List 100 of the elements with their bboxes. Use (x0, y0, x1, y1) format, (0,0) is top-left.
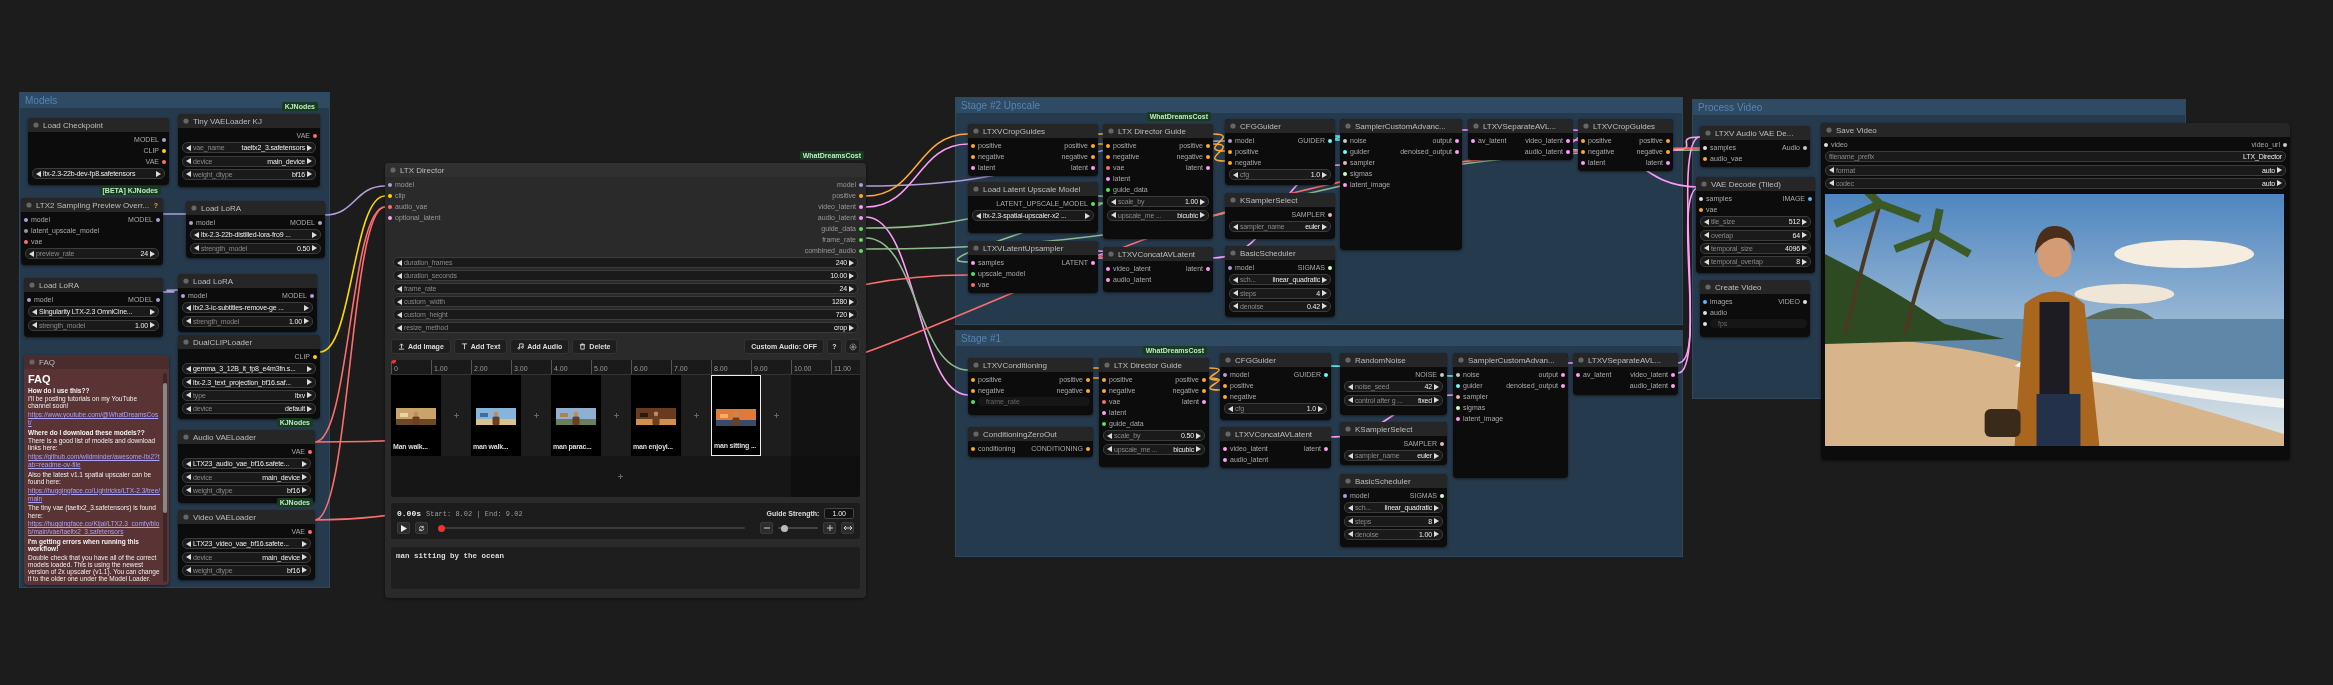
socket-dot[interactable] (1671, 383, 1675, 388)
socket-dot[interactable] (1228, 160, 1232, 165)
socket-dot[interactable] (859, 215, 863, 220)
collapse-dot-icon[interactable] (1108, 251, 1114, 257)
loop-button[interactable] (415, 522, 428, 534)
socket-dot[interactable] (971, 282, 975, 287)
collapse-dot-icon[interactable] (183, 278, 189, 284)
collapse-dot-icon[interactable] (973, 362, 979, 368)
socket-dot[interactable] (1566, 138, 1570, 143)
socket-dot[interactable] (310, 293, 314, 298)
node-header[interactable]: KSamplerSelect (1225, 193, 1335, 207)
socket-dot[interactable] (1091, 143, 1095, 148)
socket-dot[interactable] (1471, 138, 1475, 143)
zoom-thumb[interactable] (781, 524, 788, 532)
socket-dot[interactable] (1106, 154, 1110, 159)
socket-dot[interactable] (1343, 493, 1347, 498)
collapse-dot-icon[interactable] (390, 167, 396, 173)
collapse-dot-icon[interactable] (973, 245, 979, 251)
socket-dot[interactable] (1576, 372, 1580, 377)
collapse-dot-icon[interactable] (973, 128, 979, 134)
socket-dot[interactable] (971, 154, 975, 159)
socket-dot[interactable] (1440, 372, 1444, 377)
socket-dot[interactable] (971, 165, 975, 170)
socket-dot[interactable] (1343, 182, 1347, 187)
socket-dot[interactable] (1456, 372, 1460, 377)
socket-dot[interactable] (1703, 310, 1707, 315)
socket-dot[interactable] (1106, 187, 1110, 192)
socket-dot[interactable] (1091, 201, 1095, 206)
zoom-in-button[interactable] (823, 522, 836, 534)
add-clip-icon[interactable] (613, 413, 619, 418)
socket-dot[interactable] (24, 239, 28, 244)
collapse-dot-icon[interactable] (183, 514, 189, 520)
socket-dot[interactable] (859, 248, 863, 253)
socket-dot[interactable] (1228, 265, 1232, 270)
collapse-dot-icon[interactable] (1345, 478, 1351, 484)
socket-dot[interactable] (1703, 321, 1707, 326)
socket-dot[interactable] (1581, 138, 1585, 143)
node-header[interactable]: Save Video (1821, 123, 2290, 137)
socket-dot[interactable] (1703, 156, 1707, 161)
socket-dot[interactable] (1703, 145, 1707, 150)
socket-dot[interactable] (859, 237, 863, 242)
socket-dot[interactable] (24, 228, 28, 233)
arrow-left-icon[interactable] (1233, 171, 1238, 178)
socket-dot[interactable] (859, 182, 863, 187)
socket-dot[interactable] (1328, 138, 1332, 143)
socket-dot[interactable] (308, 449, 312, 454)
socket-dot[interactable] (1102, 377, 1106, 382)
collapse-dot-icon[interactable] (1225, 431, 1231, 437)
socket-dot[interactable] (971, 143, 975, 148)
add-clip-icon[interactable] (693, 413, 699, 418)
socket-dot[interactable] (162, 159, 166, 164)
arrow-left-icon[interactable] (29, 250, 34, 257)
arrow-right-icon[interactable] (1322, 223, 1327, 230)
collapse-dot-icon[interactable] (1345, 123, 1351, 129)
socket-dot[interactable] (1328, 212, 1332, 217)
node-header[interactable]: DualCLIPLoader (178, 335, 320, 349)
socket-dot[interactable] (156, 297, 160, 302)
node-header[interactable]: BasicScheduler (1225, 246, 1335, 260)
node-header[interactable]: FAQ (24, 355, 169, 369)
socket-dot[interactable] (1343, 149, 1347, 154)
socket-dot[interactable] (1561, 372, 1565, 377)
socket-dot[interactable] (1824, 142, 1828, 147)
socket-dot[interactable] (1086, 446, 1090, 451)
socket-dot[interactable] (1343, 171, 1347, 176)
socket-dot[interactable] (1455, 138, 1459, 143)
socket-dot[interactable] (2283, 142, 2287, 147)
node-header[interactable]: CFGGuider (1225, 119, 1335, 133)
socket-dot[interactable] (1202, 388, 1206, 393)
collapse-dot-icon[interactable] (1104, 362, 1110, 368)
play-button[interactable] (397, 522, 410, 534)
collapse-dot-icon[interactable] (183, 434, 189, 440)
socket-dot[interactable] (971, 399, 975, 404)
socket-dot[interactable] (1456, 405, 1460, 410)
socket-dot[interactable] (1106, 277, 1110, 282)
socket-dot[interactable] (388, 204, 392, 209)
node-header[interactable]: LTXV Audio VAE De... (1700, 126, 1810, 140)
arrow-right-icon[interactable] (1434, 452, 1439, 459)
socket-dot[interactable] (1102, 421, 1106, 426)
node-header[interactable]: SamplerCustomAdvanc... (1340, 119, 1462, 133)
socket-dot[interactable] (1091, 260, 1095, 265)
collapse-dot-icon[interactable] (1705, 130, 1711, 136)
node-header[interactable]: VAE Decode (Tiled) (1696, 177, 1815, 191)
socket-dot[interactable] (162, 137, 166, 142)
collapse-dot-icon[interactable] (29, 359, 35, 365)
socket-dot[interactable] (1106, 165, 1110, 170)
playhead-marker-icon[interactable] (391, 360, 396, 364)
node-header[interactable]: LTXVConditioning (968, 358, 1093, 372)
socket-dot[interactable] (1561, 383, 1565, 388)
node-header[interactable]: LTX Director Guide (1103, 124, 1213, 138)
arrow-left-icon[interactable] (36, 170, 41, 177)
socket-dot[interactable] (971, 388, 975, 393)
socket-dot[interactable] (1343, 160, 1347, 165)
socket-dot[interactable] (1666, 138, 1670, 143)
socket-dot[interactable] (1803, 299, 1807, 304)
node-header[interactable]: LTXVCropGuides (968, 124, 1098, 138)
socket-dot[interactable] (1343, 138, 1347, 143)
socket-dot[interactable] (1808, 196, 1812, 201)
socket-dot[interactable] (313, 354, 317, 359)
node-header[interactable]: SamplerCustomAdvan... (1453, 353, 1568, 367)
socket-dot[interactable] (388, 182, 392, 187)
